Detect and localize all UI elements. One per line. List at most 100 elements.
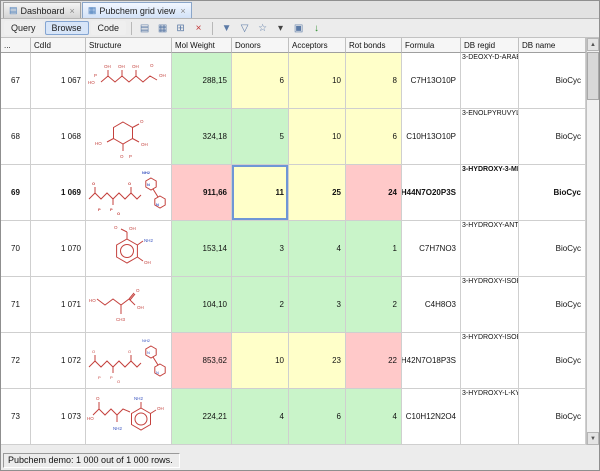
formula-cell[interactable]: C10H13O10P (402, 109, 461, 165)
cdid-cell[interactable]: 1 072 (31, 333, 86, 389)
formula-cell[interactable]: C7H7NO3 (402, 221, 461, 277)
formula-cell[interactable]: C10H12N2O4 (402, 389, 461, 445)
cdid-cell[interactable]: 1 073 (31, 389, 86, 445)
mol-weight-cell[interactable]: 104,10 (172, 277, 232, 333)
structure-cell[interactable]: HOPOHOHOHOOH (86, 53, 172, 109)
donors-cell[interactable]: 2 (232, 277, 289, 333)
new-view-icon[interactable]: ⊞ (173, 21, 188, 36)
donors-cell[interactable]: 4 (232, 389, 289, 445)
tab-pubchem-grid-view[interactable]: ▦ Pubchem grid view × (82, 2, 192, 18)
scroll-down-icon[interactable]: ▼ (587, 432, 599, 445)
db-regid-cell[interactable]: 3-HYDROXY-3-METH (461, 165, 519, 221)
cdid-cell[interactable]: 1 070 (31, 221, 86, 277)
cdid-cell[interactable]: 1 068 (31, 109, 86, 165)
column-header-molweight[interactable]: Mol Weight (172, 38, 232, 53)
db-name-cell[interactable]: BioCyc (519, 53, 586, 109)
row-number-cell[interactable]: 73 (1, 389, 31, 445)
acceptors-cell[interactable]: 10 (289, 53, 346, 109)
close-view-icon[interactable]: × (191, 21, 206, 36)
favorites-chevron-icon[interactable]: ▾ (273, 21, 288, 36)
rot-bonds-cell[interactable]: 8 (346, 53, 402, 109)
rot-bonds-cell[interactable]: 6 (346, 109, 402, 165)
acceptors-cell[interactable]: 23 (289, 333, 346, 389)
export-icon[interactable]: ↓ (309, 21, 324, 36)
column-header-rowindex[interactable]: ... (1, 38, 31, 53)
row-number-cell[interactable]: 72 (1, 333, 31, 389)
rot-bonds-cell[interactable]: 1 (346, 221, 402, 277)
db-name-cell[interactable]: BioCyc (519, 109, 586, 165)
row-number-cell[interactable]: 71 (1, 277, 31, 333)
rot-bonds-cell[interactable]: 22 (346, 333, 402, 389)
acceptors-cell[interactable]: 3 (289, 277, 346, 333)
row-number-cell[interactable]: 67 (1, 53, 31, 109)
db-regid-cell[interactable]: 3-HYDROXY-ISOBUT (461, 333, 519, 389)
structure-cell[interactable]: OOPPONH2NN (86, 333, 172, 389)
db-regid-cell[interactable]: 3-HYDROXY-L-KYNU (461, 389, 519, 445)
mol-weight-cell[interactable]: 324,18 (172, 109, 232, 165)
donors-cell[interactable]: 3 (232, 221, 289, 277)
mol-weight-cell[interactable]: 911,66 (172, 165, 232, 221)
column-header-rotbonds[interactable]: Rot bonds (346, 38, 402, 53)
structure-cell[interactable]: HOCH3OOH (86, 277, 172, 333)
cdid-cell[interactable]: 1 071 (31, 277, 86, 333)
formula-cell[interactable]: C4H8O3 (402, 277, 461, 333)
db-regid-cell[interactable]: 3-ENOLPYRUVYL-SHI (461, 109, 519, 165)
db-regid-cell[interactable]: 3-HYDROXY-ISOBUT (461, 277, 519, 333)
browse-button[interactable]: Browse (45, 21, 89, 35)
db-name-cell[interactable]: BioCyc (519, 277, 586, 333)
acceptors-cell[interactable]: 10 (289, 109, 346, 165)
cdid-cell[interactable]: 1 069 (31, 165, 86, 221)
structure-view-icon[interactable]: ▣ (291, 21, 306, 36)
scrollbar-thumb[interactable] (587, 52, 599, 100)
tab-dashboard[interactable]: ▤ Dashboard × (3, 2, 81, 18)
db-regid-cell[interactable]: 3-DEOXY-D-ARABIN (461, 53, 519, 109)
formula-cell[interactable]: C27H44N7O20P3S (402, 165, 461, 221)
structure-cell[interactable]: OOHNH2OH (86, 221, 172, 277)
cdid-cell[interactable]: 1 067 (31, 53, 86, 109)
filter-icon[interactable]: ▼ (219, 21, 234, 36)
filter-clear-icon[interactable]: ▽ (237, 21, 252, 36)
column-header-donors[interactable]: Donors (232, 38, 289, 53)
query-button[interactable]: Query (4, 21, 43, 35)
acceptors-cell[interactable]: 25 (289, 165, 346, 221)
db-name-cell[interactable]: BioCyc (519, 221, 586, 277)
formula-cell[interactable]: C7H13O10P (402, 53, 461, 109)
structure-cell[interactable]: OOPPONH2NN (86, 165, 172, 221)
form-view-icon[interactable]: ▤ (137, 21, 152, 36)
row-number-cell[interactable]: 68 (1, 109, 31, 165)
mol-weight-cell[interactable]: 153,14 (172, 221, 232, 277)
vertical-scrollbar[interactable]: ▲ ▼ (586, 38, 599, 445)
donors-cell[interactable]: 6 (232, 53, 289, 109)
donors-cell[interactable]: 11 (232, 165, 289, 221)
column-header-dbname[interactable]: DB name (519, 38, 586, 53)
formula-cell[interactable]: C25H42N7O18P3S (402, 333, 461, 389)
row-number-cell[interactable]: 70 (1, 221, 31, 277)
db-name-cell[interactable]: BioCyc (519, 333, 586, 389)
grid-view-icon[interactable]: ▦ (155, 21, 170, 36)
scroll-up-icon[interactable]: ▲ (587, 38, 599, 51)
column-header-acceptors[interactable]: Acceptors (289, 38, 346, 53)
column-header-formula[interactable]: Formula (402, 38, 461, 53)
code-button[interactable]: Code (91, 21, 127, 35)
row-number-cell[interactable]: 69 (1, 165, 31, 221)
favorites-icon[interactable]: ☆ (255, 21, 270, 36)
mol-weight-cell[interactable]: 288,15 (172, 53, 232, 109)
db-name-cell[interactable]: BioCyc (519, 165, 586, 221)
rot-bonds-cell[interactable]: 24 (346, 165, 402, 221)
acceptors-cell[interactable]: 4 (289, 221, 346, 277)
close-icon[interactable]: × (180, 6, 185, 16)
acceptors-cell[interactable]: 6 (289, 389, 346, 445)
column-header-cdid[interactable]: CdId (31, 38, 86, 53)
column-header-dbregid[interactable]: DB regid (461, 38, 519, 53)
mol-weight-cell[interactable]: 853,62 (172, 333, 232, 389)
column-header-structure[interactable]: Structure (86, 38, 172, 53)
donors-cell[interactable]: 10 (232, 333, 289, 389)
rot-bonds-cell[interactable]: 4 (346, 389, 402, 445)
mol-weight-cell[interactable]: 224,21 (172, 389, 232, 445)
donors-cell[interactable]: 5 (232, 109, 289, 165)
rot-bonds-cell[interactable]: 2 (346, 277, 402, 333)
structure-cell[interactable]: HOONH2NH2OH (86, 389, 172, 445)
db-regid-cell[interactable]: 3-HYDROXY-ANTHRA (461, 221, 519, 277)
close-icon[interactable]: × (70, 6, 75, 16)
structure-cell[interactable]: OPHOOOH (86, 109, 172, 165)
